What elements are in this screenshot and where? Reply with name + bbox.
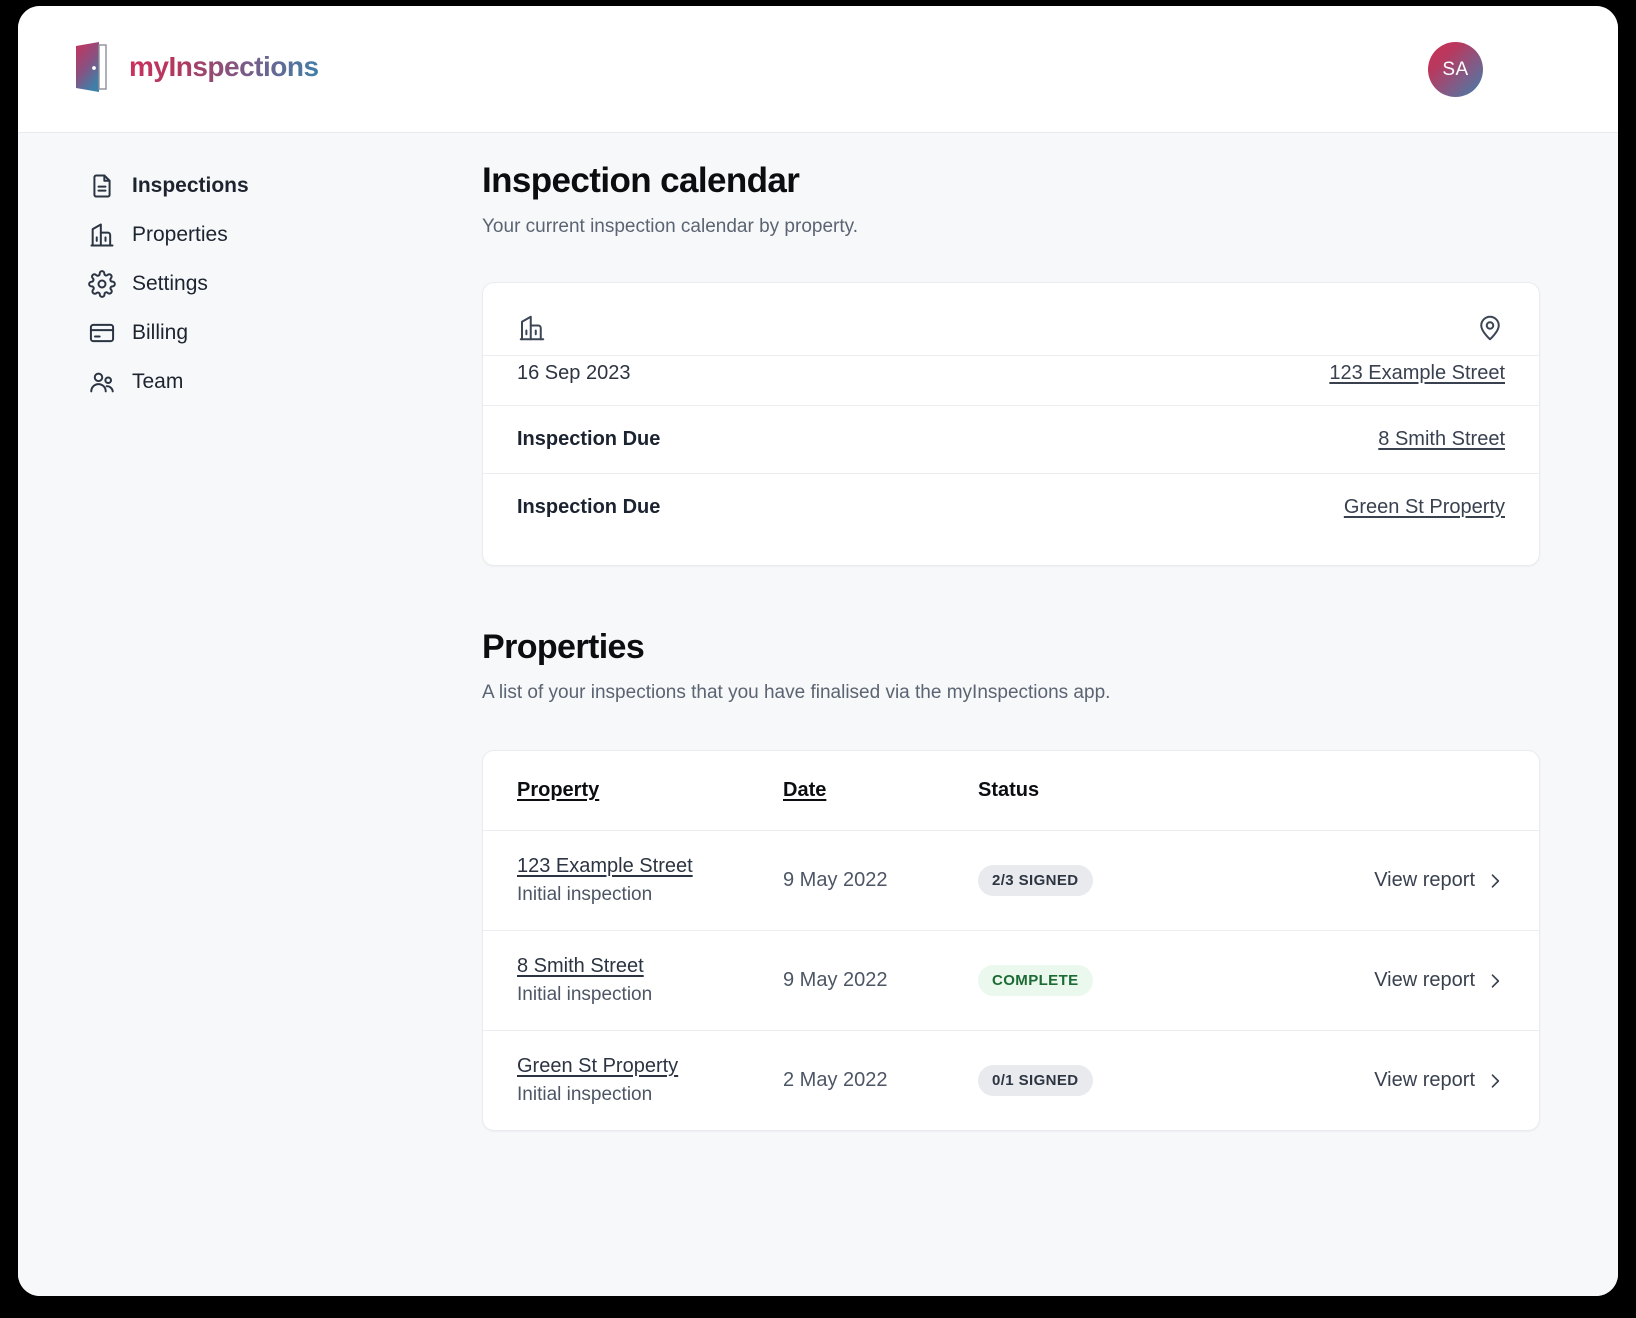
status-badge: 0/1 SIGNED [978,1065,1093,1096]
gear-icon [88,269,116,298]
credit-card-icon [88,319,116,347]
brand-logo-link[interactable]: myInspections [73,41,319,93]
app-window: myInspections SA Inspections Properties … [18,6,1618,1296]
column-header-actions [1248,751,1539,831]
sidebar-item-inspections[interactable]: Inspections [88,161,462,210]
avatar-initials: SA [1442,58,1469,80]
inspection-type: Initial inspection [517,984,653,1005]
sidebar-item-label: Team [132,369,184,393]
cell-property: 8 Smith Street Initial inspection [483,930,783,1031]
cell-status: 0/1 SIGNED [978,1031,1248,1131]
table-row: Green St Property Initial inspection 2 M… [483,1031,1539,1131]
table-row: 8 Smith Street Initial inspection 9 May … [483,930,1539,1031]
status-badge: 2/3 SIGNED [978,865,1093,896]
app-body: Inspections Properties Settings Billing … [18,133,1618,1296]
page-title: Inspection calendar [482,161,800,200]
properties-table-card: Property Date Status 123 Example Street … [482,750,1540,1131]
properties-section: Properties A list of your inspections th… [482,628,1540,1131]
column-header-status-label: Status [978,779,1040,801]
view-report-button[interactable]: View report [1374,969,1505,992]
calendar-row-status: Inspection Due [517,496,661,518]
sidebar-item-label: Billing [132,320,189,344]
table-head: Property Date Status [483,751,1539,831]
cell-property: Green St Property Initial inspection [483,1031,783,1131]
building-icon [517,313,547,343]
view-report-button[interactable]: View report [1374,1069,1505,1092]
property-link[interactable]: Green St Property [517,1055,783,1078]
sidebar: Inspections Properties Settings Billing … [18,133,462,1296]
inspection-date: 9 May 2022 [783,969,888,991]
cell-date: 9 May 2022 [783,830,978,931]
calendar-card-header [483,283,1539,355]
cell-actions: View report [1248,1031,1539,1131]
building-icon [88,221,116,249]
status-badge: COMPLETE [978,965,1093,996]
table-header-row: Property Date Status [483,751,1539,831]
table-row: 123 Example Street Initial inspection 9 … [483,830,1539,931]
users-icon [88,368,116,396]
sidebar-item-properties[interactable]: Properties [88,210,462,259]
brand-name: myInspections [129,51,319,82]
property-link[interactable]: 123 Example Street [517,855,783,878]
cell-actions: View report [1248,930,1539,1031]
map-pin-icon[interactable] [1475,313,1505,343]
cell-property: 123 Example Street Initial inspection [483,830,783,931]
calendar-row-status: Inspection Due [517,428,661,450]
calendar-row: Inspection Due Green St Property [483,473,1539,565]
column-header-date[interactable]: Date [783,751,978,831]
cell-status: 2/3 SIGNED [978,830,1248,931]
cell-date: 9 May 2022 [783,930,978,1031]
inspection-date: 2 May 2022 [783,1069,888,1091]
sidebar-item-settings[interactable]: Settings [88,259,462,308]
cell-date: 2 May 2022 [783,1031,978,1131]
table-body: 123 Example Street Initial inspection 9 … [483,830,1539,1131]
page-subtitle: Your current inspection calendar by prop… [482,216,858,237]
inspection-type: Initial inspection [517,884,653,905]
column-header-date-label[interactable]: Date [783,779,826,801]
cell-actions: View report [1248,830,1539,931]
chevron-right-icon [1485,1071,1505,1091]
open-door-icon [73,41,115,93]
calendar-row-date: 16 Sep 2023 [517,362,631,384]
calendar-row: Inspection Due 8 Smith Street [483,405,1539,473]
column-header-status: Status [978,751,1248,831]
view-report-label: View report [1374,1069,1475,1091]
avatar[interactable]: SA [1428,42,1483,97]
properties-table: Property Date Status 123 Example Street … [483,751,1539,1130]
view-report-button[interactable]: View report [1374,869,1505,892]
sidebar-item-billing[interactable]: Billing [88,308,462,357]
property-link[interactable]: 8 Smith Street [517,955,783,978]
calendar-row-property-link[interactable]: Green St Property [1344,496,1505,519]
section-subtitle: A list of your inspections that you have… [482,682,1111,703]
chevron-right-icon [1485,871,1505,891]
view-report-label: View report [1374,869,1475,891]
column-header-property-label[interactable]: Property [517,779,599,801]
calendar-row: 16 Sep 2023 123 Example Street [483,355,1539,405]
cell-status: COMPLETE [978,930,1248,1031]
sidebar-item-label: Settings [132,271,208,295]
sidebar-item-label: Properties [132,222,228,246]
inspection-type: Initial inspection [517,1084,653,1105]
document-icon [88,172,116,200]
main-content: Inspection calendar Your current inspect… [462,133,1618,1296]
sidebar-item-label: Inspections [132,173,249,197]
sidebar-item-team[interactable]: Team [88,357,462,406]
section-title: Properties [482,628,645,666]
inspection-calendar-card: 16 Sep 2023 123 Example Street Inspectio… [482,282,1540,566]
inspection-date: 9 May 2022 [783,869,888,891]
calendar-row-property-link[interactable]: 8 Smith Street [1378,428,1505,451]
column-header-property[interactable]: Property [483,751,783,831]
top-bar: myInspections SA [18,6,1618,133]
calendar-row-property-link[interactable]: 123 Example Street [1329,362,1505,385]
view-report-label: View report [1374,969,1475,991]
chevron-right-icon [1485,971,1505,991]
